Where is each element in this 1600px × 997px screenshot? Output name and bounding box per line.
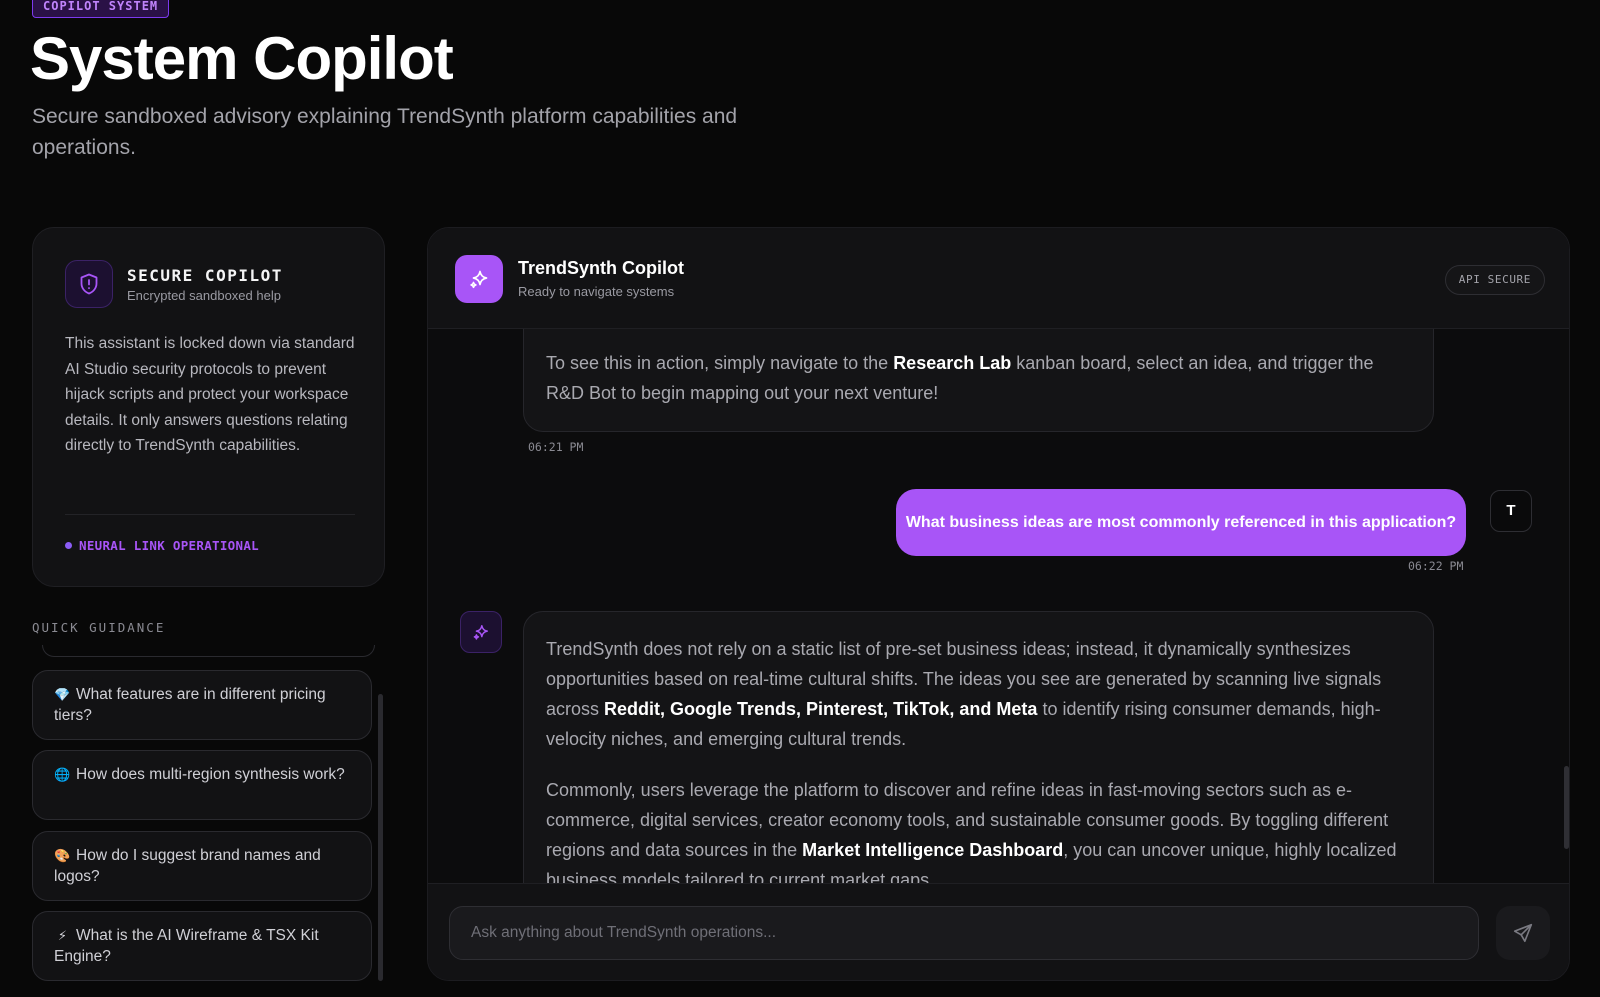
message-text: To see this in action, simply navigate t…	[546, 353, 894, 373]
chat-panel: TrendSynth Copilot Ready to navigate sys…	[427, 227, 1570, 981]
quick-guidance-text: What features are in different pricing t…	[54, 686, 326, 724]
gem-icon: 💎	[54, 687, 71, 702]
secure-card-title: SECURE COPILOT	[127, 266, 283, 285]
message-paragraph: Commonly, users leverage the platform to…	[546, 775, 1411, 883]
copilot-status: Ready to navigate systems	[518, 284, 675, 299]
status-text: NEURAL LINK OPERATIONAL	[79, 538, 259, 553]
secure-card-subtitle: Encrypted sandboxed help	[127, 288, 281, 303]
quick-guidance-text: How do I suggest brand names and logos?	[54, 847, 321, 885]
sparkles-icon	[455, 255, 503, 303]
quick-guidance-scrollbar[interactable]	[378, 694, 383, 981]
message-timestamp: 06:21 PM	[528, 440, 584, 454]
globe-icon: 🌐	[54, 767, 71, 782]
divider	[65, 514, 355, 515]
dashboard-highlight: Market Intelligence Dashboard	[802, 840, 1064, 860]
secure-card-description: This assistant is locked down via standa…	[65, 335, 355, 454]
quick-guidance-text: How does multi-region synthesis work?	[76, 766, 345, 783]
message-paragraph: TrendSynth does not rely on a static lis…	[546, 634, 1411, 754]
quick-guidance-label: QUICK GUIDANCE	[32, 620, 166, 635]
bot-message: TrendSynth does not rely on a static lis…	[523, 611, 1434, 883]
secure-copilot-card: SECURE COPILOT Encrypted sandboxed help …	[32, 227, 385, 587]
quick-guidance-list: 💎 What features are in different pricing …	[32, 645, 375, 982]
send-button[interactable]	[1496, 906, 1550, 960]
message-timestamp: 06:22 PM	[1408, 559, 1464, 573]
page-badge: COPILOT SYSTEM	[32, 0, 170, 18]
copilot-name: TrendSynth Copilot	[518, 258, 684, 278]
research-lab-highlight: Research Lab	[893, 353, 1012, 373]
user-avatar: T	[1490, 490, 1532, 532]
chat-input-bar	[428, 883, 1569, 980]
lightning-icon: ⚡	[57, 928, 68, 943]
data-sources-highlight: Reddit, Google Trends, Pinterest, TikTok…	[604, 699, 1038, 719]
palette-icon: 🎨	[54, 848, 71, 863]
chat-header: TrendSynth Copilot Ready to navigate sys…	[428, 228, 1569, 329]
user-message: What business ideas are most commonly re…	[896, 489, 1466, 556]
neural-link-status: NEURAL LINK OPERATIONAL	[65, 538, 259, 553]
quick-guidance-item-brand-names[interactable]: 🎨 How do I suggest brand names and logos?	[32, 831, 372, 901]
bot-message: To see this in action, simply navigate t…	[523, 329, 1434, 432]
chat-input[interactable]	[449, 906, 1479, 960]
quick-guidance-item-partial[interactable]	[42, 645, 375, 657]
shield-icon	[65, 260, 113, 308]
api-secure-badge: API SECURE	[1444, 265, 1545, 295]
sparkles-icon	[460, 611, 502, 653]
quick-guidance-item-pricing[interactable]: 💎 What features are in different pricing …	[32, 670, 372, 740]
page-title: System Copilot	[30, 25, 454, 92]
app-root: COPILOT SYSTEM System Copilot Secure san…	[0, 0, 1600, 997]
quick-guidance-text: What is the AI Wireframe & TSX Kit Engin…	[54, 927, 319, 965]
page-subtitle: Secure sandboxed advisory explaining Tre…	[32, 105, 738, 159]
message-list: To see this in action, simply navigate t…	[428, 329, 1569, 883]
send-icon	[1513, 923, 1533, 943]
chat-scrollbar[interactable]	[1564, 766, 1569, 849]
quick-guidance-item-multi-region[interactable]: 🌐 How does multi-region synthesis work?	[32, 750, 372, 820]
quick-guidance-item-wireframe[interactable]: ⚡ What is the AI Wireframe & TSX Kit Engi…	[32, 911, 372, 981]
status-dot-icon	[65, 542, 72, 549]
